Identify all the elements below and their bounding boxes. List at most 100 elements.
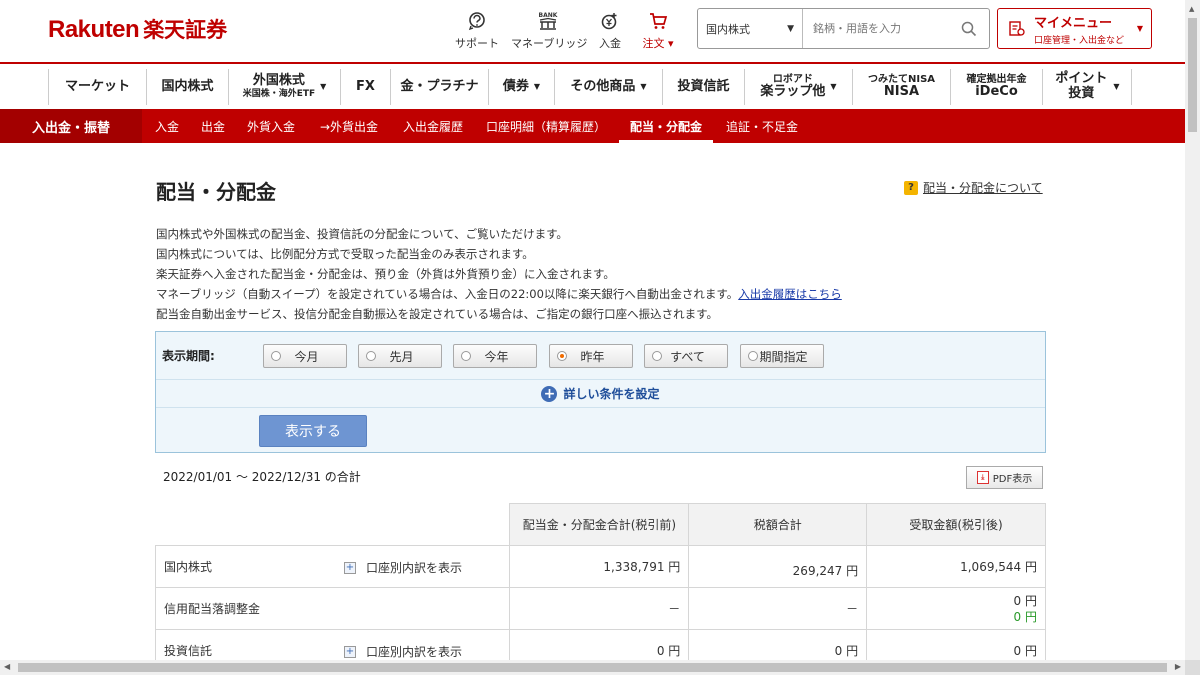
- bank-icon: BANK: [511, 10, 585, 32]
- period-all[interactable]: すべて: [644, 344, 728, 368]
- chevron-down-icon: ▼: [640, 82, 647, 92]
- deposit-icon: [597, 10, 623, 32]
- deposit-history-link[interactable]: 入出金履歴はこちら: [738, 287, 842, 301]
- expand-icon: +: [344, 645, 356, 658]
- gross-amount: 1,338,791 円: [509, 545, 690, 588]
- period-custom[interactable]: 期間指定: [740, 344, 824, 368]
- money-bridge-link[interactable]: BANK マネーブリッジ: [511, 10, 587, 51]
- expand-icon: +: [344, 561, 356, 574]
- chevron-down-icon: ▼: [1113, 82, 1120, 92]
- period-this-year[interactable]: 今年: [453, 344, 537, 368]
- subnav-dividends[interactable]: 配当・分配金: [618, 109, 714, 143]
- period-last-month[interactable]: 先月: [358, 344, 442, 368]
- subnav-margin-call[interactable]: 追証・不足金: [726, 109, 798, 143]
- show-button[interactable]: 表示する: [259, 415, 367, 447]
- subnav-statement[interactable]: 口座明細（精算履歴）: [486, 109, 606, 143]
- period-label: 表示期間:: [162, 349, 215, 363]
- chevron-down-icon: ▼: [533, 82, 541, 92]
- nav-foreign-stock[interactable]: 外国株式 米国株・海外ETF ▼: [228, 69, 340, 105]
- chevron-down-icon: ▼: [320, 82, 327, 92]
- table-header-row: 配当金・分配金合計(税引前) 税額合計 受取金額(税引後): [155, 503, 1046, 546]
- my-menu-button[interactable]: マイメニュー 口座管理・入出金など ▼: [997, 8, 1152, 49]
- page-description: 国内株式や外国株式の配当金、投資信託の分配金について、ご覧いただけます。 国内株…: [156, 227, 842, 321]
- main-nav: マーケット 国内株式 外国株式 米国株・海外ETF ▼ FX 金・プラチナ 債券 ▼…: [48, 69, 1132, 105]
- search-icon: [961, 21, 977, 36]
- horizontal-scrollbar[interactable]: ◀ ▶: [0, 660, 1185, 675]
- radio-icon: [366, 351, 376, 361]
- summary-range: 2022/01/01 〜 2022/12/31 の合計: [163, 470, 361, 484]
- rakuten-logo[interactable]: Rakuten 楽天証券: [48, 14, 227, 44]
- table-row: 信用配当落調整金 － － 0 円 0 円: [154, 587, 1046, 630]
- order-menu[interactable]: 注文 ▾: [640, 10, 676, 51]
- filter-panel: 表示期間: 今月 先月 今年 昨年 すべて 期間指定 + 詳しい条件を設定 表示…: [155, 331, 1046, 453]
- radio-icon: [271, 351, 281, 361]
- page-title: 配当・分配金: [156, 180, 276, 204]
- period-this-month[interactable]: 今月: [263, 344, 347, 368]
- sub-nav-heading[interactable]: 入出金・振替: [0, 109, 142, 143]
- radio-icon: [461, 351, 471, 361]
- gross-amount: －: [509, 587, 690, 630]
- row-label: 国内株式 + 口座別内訳を表示: [154, 545, 511, 588]
- vertical-scroll-thumb[interactable]: [1188, 18, 1197, 132]
- nav-other-products[interactable]: その他商品 ▼: [554, 69, 662, 105]
- table-row: 国内株式 + 口座別内訳を表示 1,338,791 円 269,247 円 1,0…: [154, 545, 1046, 588]
- subnav-withdraw[interactable]: 出金: [201, 109, 225, 143]
- scroll-right-icon[interactable]: ▶: [1175, 662, 1181, 671]
- radio-icon: [652, 351, 662, 361]
- plus-icon: +: [541, 385, 558, 402]
- header-divider: [0, 62, 1185, 64]
- pdf-button[interactable]: ⤓ PDF表示: [966, 466, 1043, 489]
- search-input[interactable]: [803, 9, 949, 48]
- subnav-fx-deposit[interactable]: 外貨入金: [247, 109, 295, 143]
- chevron-down-icon: ▼: [787, 23, 794, 34]
- deposit-link[interactable]: 入金: [597, 10, 623, 51]
- nav-gold-platinum[interactable]: 金・プラチナ: [390, 69, 488, 105]
- subnav-fx-withdraw[interactable]: →外貨出金: [320, 109, 378, 143]
- chevron-down-icon: ▼: [830, 82, 837, 92]
- radio-icon: [748, 351, 758, 361]
- nav-fx[interactable]: FX: [340, 69, 390, 105]
- subnav-deposit[interactable]: 入金: [155, 109, 179, 143]
- search-category-select[interactable]: 国内株式 ▼: [698, 9, 803, 48]
- chevron-down-icon: ▼: [1136, 24, 1143, 33]
- cart-icon: [640, 10, 676, 32]
- account-icon: [1009, 20, 1025, 36]
- scroll-left-icon[interactable]: ◀: [4, 662, 10, 671]
- support-icon: [455, 10, 499, 32]
- net-amount: 1,069,544 円: [866, 545, 1046, 588]
- nav-ideco[interactable]: 確定拠出年金 iDeCo: [950, 69, 1042, 105]
- tax-amount: －: [688, 587, 868, 630]
- net-amount-adjusted: 0 円: [1013, 609, 1037, 624]
- nav-robo-advisor[interactable]: ロボアド 楽ラップ他 ▼: [744, 69, 852, 105]
- subnav-history[interactable]: 入出金履歴: [403, 109, 463, 143]
- scrollbar-corner: [1185, 660, 1200, 675]
- nav-bonds[interactable]: 債券 ▼: [488, 69, 554, 105]
- nav-market[interactable]: マーケット: [48, 69, 146, 105]
- help-icon: ?: [904, 180, 918, 195]
- table-header-empty: [155, 503, 511, 546]
- nav-nisa[interactable]: つみたてNISA NISA: [852, 69, 950, 105]
- dividend-summary-table: 配当金・分配金合計(税引前) 税額合計 受取金額(税引後) 国内株式 + 口座別内…: [154, 503, 1046, 672]
- nav-point-investment[interactable]: ポイント投資 ▼: [1042, 69, 1132, 105]
- horizontal-scroll-thumb[interactable]: [18, 663, 1167, 672]
- net-amount: 0 円 0 円: [866, 587, 1046, 630]
- column-header: 税額合計: [688, 503, 868, 546]
- scroll-up-icon[interactable]: ▲: [1189, 5, 1194, 13]
- column-header: 配当金・分配金合計(税引前): [509, 503, 690, 546]
- tax-amount: 269,247 円: [688, 545, 868, 588]
- breakdown-toggle[interactable]: + 口座別内訳を表示: [344, 643, 462, 660]
- support-link[interactable]: サポート: [455, 10, 499, 51]
- top-header: Rakuten 楽天証券 サポート BANK マネーブリッジ 入金 注文 ▾ 国…: [0, 0, 1185, 62]
- dividend-help-link[interactable]: ? 配当・分配金について: [904, 179, 1043, 196]
- vertical-scrollbar[interactable]: ▲: [1185, 0, 1200, 660]
- row-label: 信用配当落調整金: [154, 587, 511, 630]
- search-button[interactable]: [949, 9, 989, 48]
- nav-mutual-funds[interactable]: 投資信託: [662, 69, 744, 105]
- breakdown-toggle[interactable]: + 口座別内訳を表示: [344, 559, 462, 576]
- nav-domestic-stock[interactable]: 国内株式: [146, 69, 228, 105]
- pdf-icon: ⤓: [976, 471, 989, 484]
- search-box: 国内株式 ▼: [697, 8, 990, 49]
- more-conditions-toggle[interactable]: + 詳しい条件を設定: [156, 380, 1045, 408]
- sub-nav: 入出金・振替 入金 出金 外貨入金 →外貨出金 入出金履歴 口座明細（精算履歴）…: [0, 109, 1185, 143]
- period-last-year[interactable]: 昨年: [549, 344, 633, 368]
